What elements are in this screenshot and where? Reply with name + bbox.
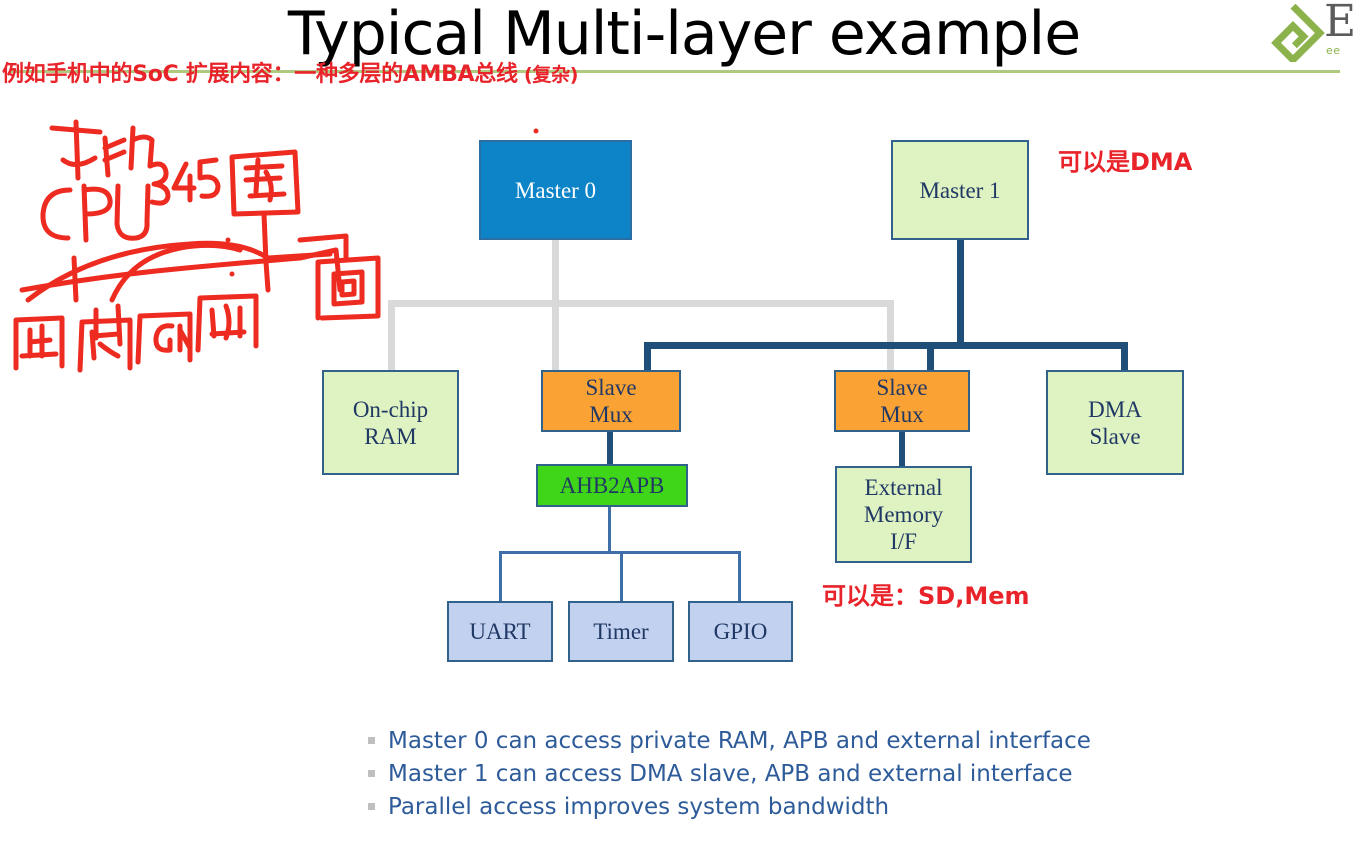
node-timer[interactable]: Timer	[568, 601, 674, 662]
bus-apb-to-timer	[620, 551, 623, 602]
bus-master1-spine	[644, 342, 1128, 349]
bus-apb-to-uart	[499, 551, 502, 602]
bus-master1-to-slavemux-left	[644, 342, 651, 372]
bullet-text: Parallel access improves system bandwidt…	[388, 794, 890, 820]
node-slave-mux-left-line1: Slave	[585, 375, 637, 400]
green-diamond-logo-icon	[1271, 3, 1325, 65]
bus-master1-to-slavemux-right	[927, 342, 934, 372]
node-external-memory-line2: Memory	[863, 502, 944, 527]
node-master1-label: Master 1	[919, 177, 1001, 203]
bus-master0-stub	[552, 238, 559, 304]
list-item: Master 1 can access DMA slave, APB and e…	[368, 761, 1091, 788]
node-master0-label: Master 0	[514, 177, 597, 203]
bus-master0-to-slavemux-left	[552, 300, 559, 370]
logo-tagline: ee	[1326, 44, 1341, 57]
bus-slavemux-left-to-ahb2apb	[607, 430, 613, 465]
node-dma-slave-line2: Slave	[1089, 423, 1141, 449]
node-external-memory[interactable]: External Memory I/F	[835, 466, 972, 563]
logo[interactable]: E ee	[1260, 0, 1368, 65]
node-timer-label: Timer	[593, 619, 649, 644]
bullet-text: Master 0 can access private RAM, APB and…	[388, 728, 1091, 754]
node-dma-slave-line1: DMA	[1088, 396, 1142, 422]
bus-master0-spine	[388, 300, 894, 307]
node-uart-label: UART	[469, 619, 531, 644]
bullet-square-icon	[368, 737, 375, 744]
bus-apb-stub	[608, 506, 611, 552]
list-item: Parallel access improves system bandwidt…	[368, 794, 1091, 821]
red-subtitle-annotation: 例如手机中的SoC 扩展内容：一种多层的AMBA总线 (复杂)	[2, 62, 578, 88]
node-external-memory-line1: External	[864, 475, 943, 500]
bullet-square-icon	[368, 770, 375, 777]
node-uart[interactable]: UART	[447, 601, 553, 662]
node-dma-slave[interactable]: DMA Slave	[1046, 370, 1184, 475]
node-onchip-ram-line1: On-chip	[352, 396, 429, 422]
annotation-dma-note: 可以是DMA	[1058, 148, 1193, 176]
node-gpio[interactable]: GPIO	[688, 601, 793, 662]
bullet-square-icon	[368, 803, 375, 810]
bullet-text: Master 1 can access DMA slave, APB and e…	[388, 761, 1073, 787]
annotation-sd-mem-note: 可以是：SD,Mem	[822, 582, 1030, 610]
node-onchip-ram-line2: RAM	[364, 423, 417, 449]
node-master0[interactable]: Master 0	[479, 140, 632, 240]
node-slave-mux-right-line2: Mux	[880, 402, 924, 427]
node-slave-mux-right[interactable]: Slave Mux	[834, 370, 970, 432]
bus-slavemux-right-to-extmem	[899, 430, 905, 466]
logo-letter: E	[1324, 0, 1357, 47]
node-slave-mux-left-line2: Mux	[589, 402, 633, 427]
red-subtitle-tail: (复杂)	[517, 64, 579, 86]
node-slave-mux-right-line1: Slave	[876, 375, 928, 400]
node-onchip-ram[interactable]: On-chip RAM	[322, 370, 459, 475]
bus-master0-to-ram	[388, 300, 395, 370]
bus-master1-to-dma-slave	[1121, 342, 1128, 372]
bullet-list: Master 0 can access private RAM, APB and…	[368, 728, 1091, 827]
node-external-memory-line3: I/F	[890, 529, 917, 554]
node-ahb2apb[interactable]: AHB2APB	[536, 464, 688, 507]
bus-master0-to-slavemux-right	[887, 300, 894, 370]
bus-apb-to-gpio	[738, 551, 741, 602]
red-subtitle-main: 例如手机中的SoC 扩展内容：一种多层的AMBA总线	[2, 62, 518, 87]
list-item: Master 0 can access private RAM, APB and…	[368, 728, 1091, 755]
node-gpio-label: GPIO	[713, 619, 768, 644]
node-master1[interactable]: Master 1	[891, 140, 1029, 240]
slide-canvas: Typical Multi-layer example 例如手机中的SoC 扩展…	[0, 0, 1368, 855]
node-ahb2apb-label: AHB2APB	[559, 473, 665, 498]
bus-master1-stub	[957, 238, 964, 348]
page-title: Typical Multi-layer example	[287, 0, 1081, 69]
node-slave-mux-left[interactable]: Slave Mux	[541, 370, 681, 432]
